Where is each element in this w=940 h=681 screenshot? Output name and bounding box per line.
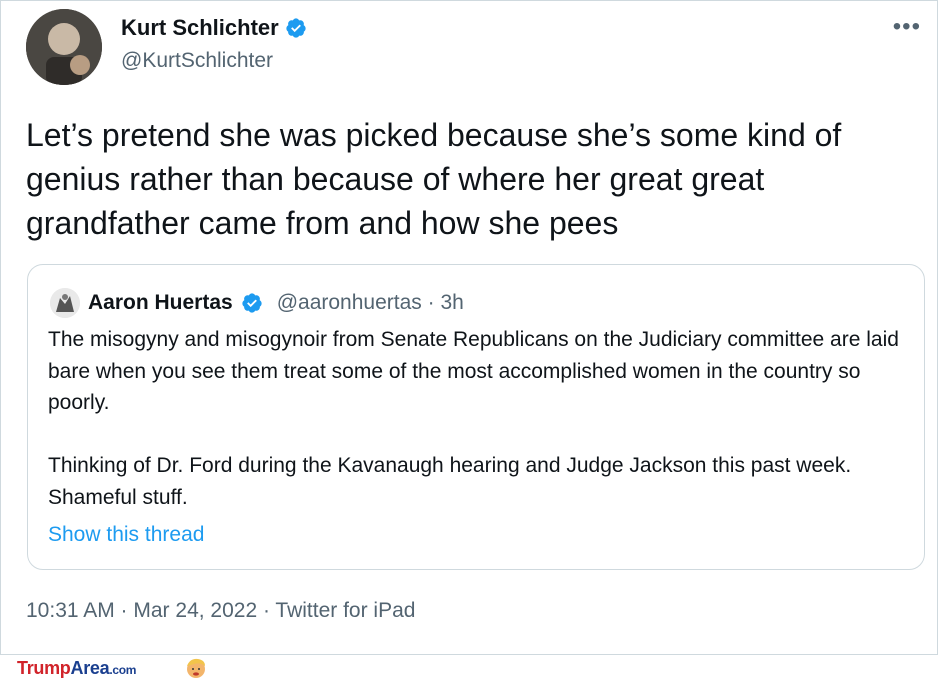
verified-badge-icon [286, 18, 306, 38]
quoted-tweet[interactable]: Aaron Huertas @aaronhuertas · 3h The mis… [27, 264, 925, 570]
tweet-card: Kurt Schlichter @KurtSchlichter ••• Let’… [0, 0, 938, 655]
author-handle[interactable]: @KurtSchlichter [121, 49, 273, 73]
quoted-handle-time[interactable]: @aaronhuertas · 3h [277, 291, 464, 315]
quoted-avatar-image [50, 288, 80, 318]
author-avatar-image [26, 9, 102, 85]
tweet-timestamp[interactable]: 10:31 AM · Mar 24, 2022 · Twitter for iP… [26, 599, 415, 623]
quoted-tweet-text: The misogyny and misogynoir from Senate … [48, 328, 899, 509]
author-avatar[interactable] [26, 9, 102, 85]
verified-badge-icon [242, 293, 262, 313]
author-name-row: Kurt Schlichter [121, 15, 307, 41]
site-logo: TrumpArea.com [17, 658, 136, 679]
logo-text-area: Area [70, 658, 110, 678]
author-display-name[interactable]: Kurt Schlichter [121, 15, 279, 41]
logo-text-com: .com [109, 663, 137, 677]
tweet-text: Let’s pretend she was picked because she… [26, 117, 842, 241]
quoted-author-name[interactable]: Aaron Huertas [88, 291, 233, 315]
quoted-author-avatar[interactable] [50, 288, 80, 318]
logo-text-trump: Trump [17, 658, 71, 678]
more-horizontal-icon[interactable]: ••• [893, 15, 921, 39]
watermark-footer: TrumpArea.com [0, 655, 940, 681]
logo-face-icon [187, 658, 205, 678]
quoted-tweet-header: Aaron Huertas @aaronhuertas · 3h [50, 288, 464, 318]
show-thread-link[interactable]: Show this thread [48, 523, 204, 547]
